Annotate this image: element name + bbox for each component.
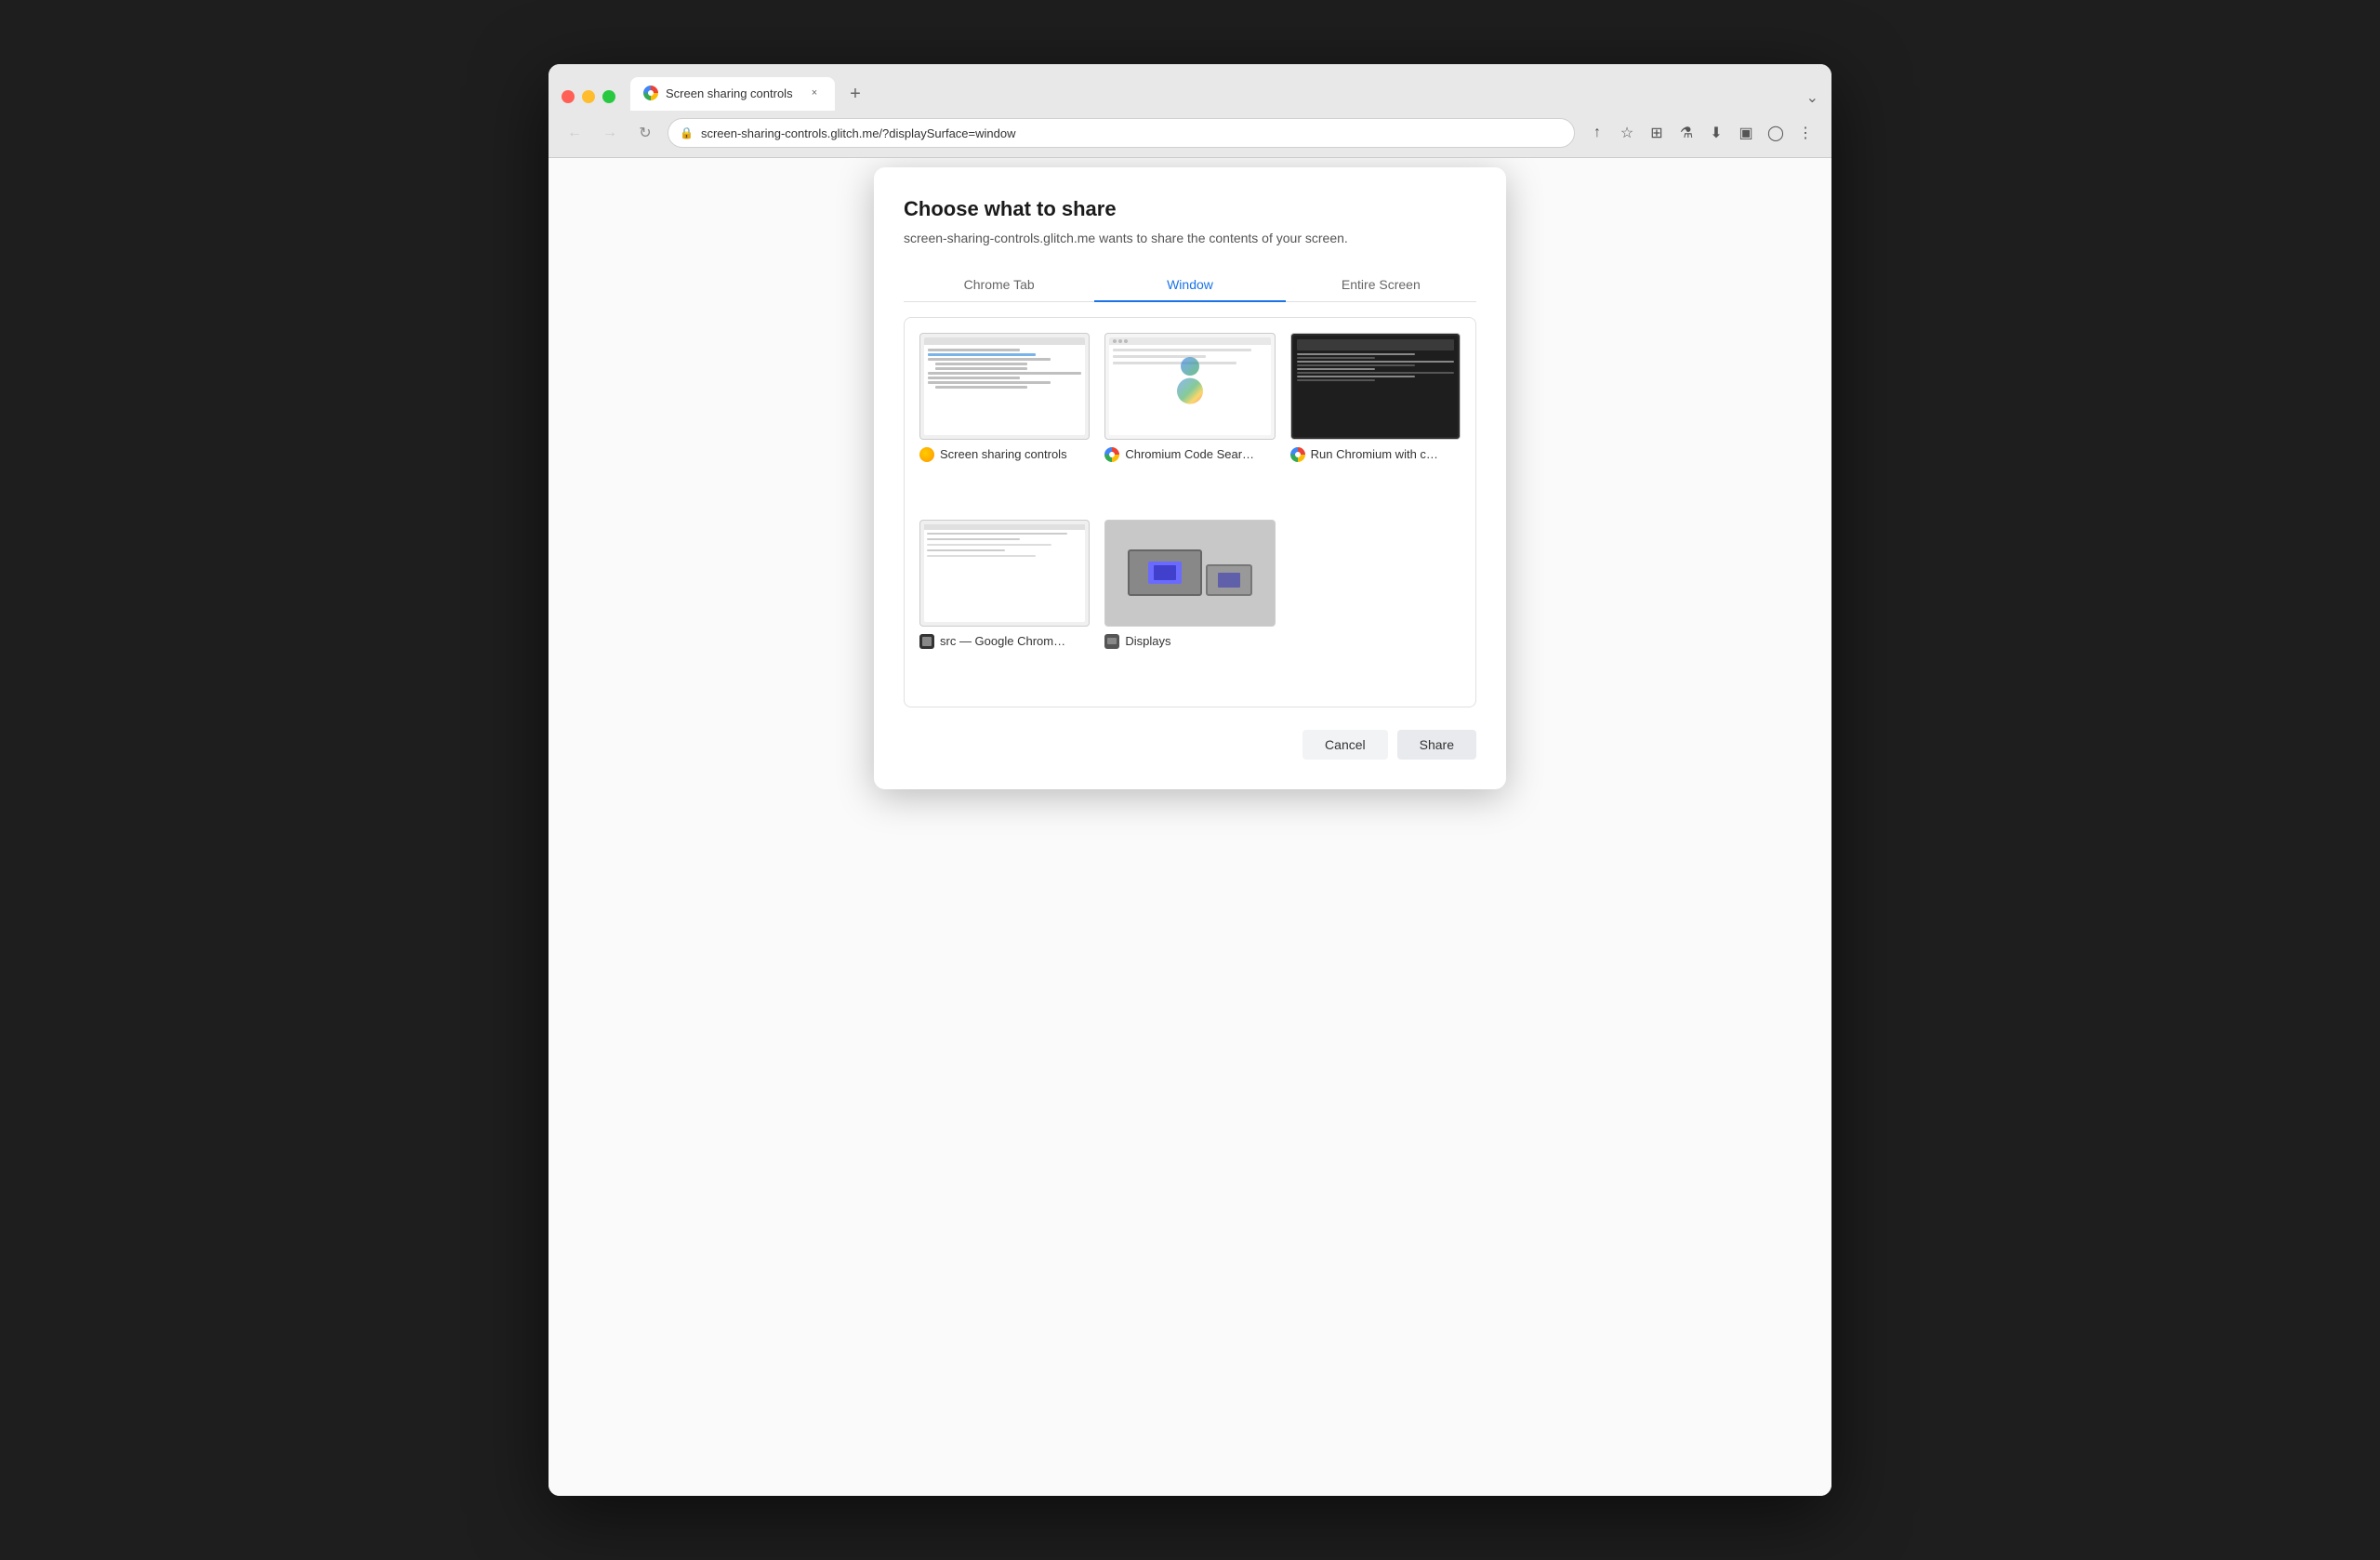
- window-icon-1: [919, 447, 934, 462]
- window-preview-4: [919, 520, 1090, 627]
- minimize-window-button[interactable]: [582, 90, 595, 103]
- window-item-chromium-code[interactable]: Chromium Code Searc…: [1101, 329, 1278, 509]
- modal-overlay: Choose what to share screen-sharing-cont…: [549, 158, 1831, 1496]
- browser-tab[interactable]: Screen sharing controls ×: [630, 77, 835, 111]
- forward-button[interactable]: →: [597, 120, 623, 146]
- modal-footer: Cancel Share: [904, 730, 1476, 760]
- tab-entire-screen[interactable]: Entire Screen: [1286, 268, 1476, 301]
- refresh-button[interactable]: ↻: [632, 120, 658, 146]
- window-icon-4: [919, 634, 934, 649]
- window-preview-1: [919, 333, 1090, 440]
- window-label-1: Screen sharing controls: [919, 447, 1090, 462]
- window-preview-2: [1104, 333, 1275, 440]
- new-tab-button[interactable]: +: [842, 81, 868, 107]
- tab-window[interactable]: Window: [1094, 268, 1285, 301]
- window-label-text-4: src — Google Chrome...: [940, 634, 1070, 648]
- window-label-text-5: Displays: [1125, 634, 1170, 648]
- window-label-2: Chromium Code Searc…: [1104, 447, 1275, 462]
- tab-close-button[interactable]: ×: [807, 86, 822, 100]
- splitscreen-icon[interactable]: ▣: [1733, 120, 1759, 146]
- address-text: screen-sharing-controls.glitch.me/?displ…: [701, 126, 1563, 140]
- window-label-text-1: Screen sharing controls: [940, 447, 1067, 461]
- close-window-button[interactable]: [562, 90, 575, 103]
- download-icon[interactable]: ⬇: [1703, 120, 1729, 146]
- browser-window: Screen sharing controls × + ⌄ ← → ↻ 🔒 sc…: [549, 64, 1831, 1496]
- tab-dropdown-button[interactable]: ⌄: [1806, 88, 1818, 107]
- tab-favicon: [643, 86, 658, 100]
- flask-icon[interactable]: ⚗: [1673, 120, 1699, 146]
- window-label-3: Run Chromium with co…: [1290, 447, 1461, 462]
- window-label-text-3: Run Chromium with co…: [1311, 447, 1441, 461]
- traffic-lights: [562, 90, 615, 111]
- menu-icon[interactable]: ⋮: [1792, 120, 1818, 146]
- window-label-text-2: Chromium Code Searc…: [1125, 447, 1255, 461]
- window-item-src[interactable]: src — Google Chrome...: [916, 516, 1093, 695]
- back-button[interactable]: ←: [562, 120, 588, 146]
- window-icon-2: [1104, 447, 1119, 462]
- maximize-window-button[interactable]: [602, 90, 615, 103]
- window-item-empty: [1287, 516, 1464, 695]
- toolbar-icons: ↑ ☆ ⊞ ⚗ ⬇ ▣ ◯ ⋮: [1584, 120, 1818, 146]
- title-bar: Screen sharing controls × + ⌄ ← → ↻ 🔒 sc…: [549, 64, 1831, 158]
- share-button[interactable]: Share: [1397, 730, 1476, 760]
- tab-title: Screen sharing controls: [666, 86, 800, 100]
- window-label-4: src — Google Chrome...: [919, 634, 1090, 649]
- window-item-displays[interactable]: Displays: [1101, 516, 1278, 695]
- profile-icon[interactable]: ◯: [1763, 120, 1789, 146]
- lock-icon: 🔒: [680, 126, 694, 139]
- window-item-screen-sharing[interactable]: Screen sharing controls: [916, 329, 1093, 509]
- window-preview-5: [1104, 520, 1275, 627]
- modal-subtitle: screen-sharing-controls.glitch.me wants …: [904, 231, 1476, 245]
- share-modal: Choose what to share screen-sharing-cont…: [874, 167, 1506, 789]
- extensions-icon[interactable]: ⊞: [1644, 120, 1670, 146]
- tab-chrome-tab[interactable]: Chrome Tab: [904, 268, 1094, 301]
- cancel-button[interactable]: Cancel: [1302, 730, 1388, 760]
- window-grid: Screen sharing controls: [904, 317, 1476, 707]
- window-preview-3: [1290, 333, 1461, 440]
- window-icon-5: [1104, 634, 1119, 649]
- share-toolbar-icon[interactable]: ↑: [1584, 120, 1610, 146]
- star-icon[interactable]: ☆: [1614, 120, 1640, 146]
- window-icon-3: [1290, 447, 1305, 462]
- tab-row: Screen sharing controls × + ⌄: [549, 64, 1831, 111]
- address-bar[interactable]: 🔒 screen-sharing-controls.glitch.me/?dis…: [668, 118, 1575, 148]
- page-content: Choose what to share screen-sharing-cont…: [549, 158, 1831, 1496]
- modal-title: Choose what to share: [904, 197, 1476, 221]
- window-item-run-chromium[interactable]: Run Chromium with co…: [1287, 329, 1464, 509]
- address-row: ← → ↻ 🔒 screen-sharing-controls.glitch.m…: [549, 111, 1831, 157]
- share-tabs: Chrome Tab Window Entire Screen: [904, 268, 1476, 302]
- window-label-5: Displays: [1104, 634, 1275, 649]
